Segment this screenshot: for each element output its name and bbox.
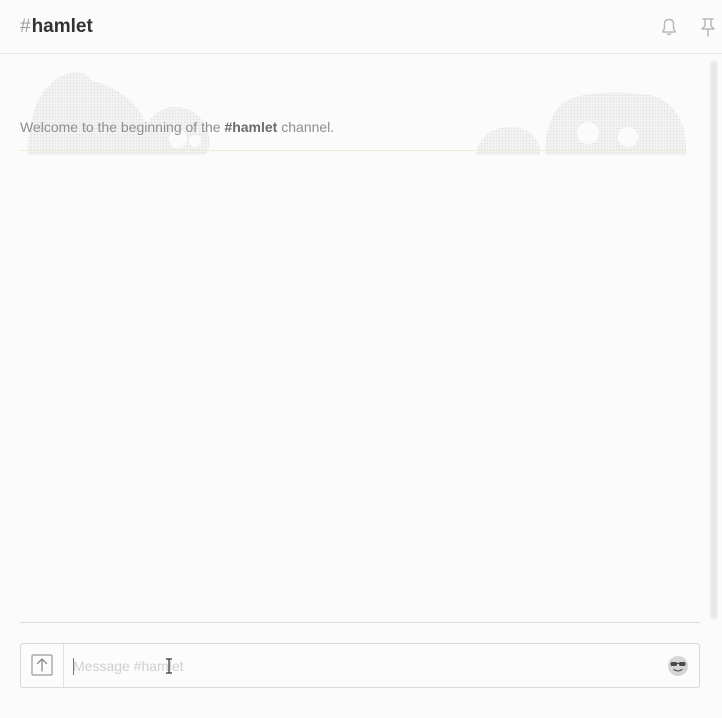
- pin-icon: [701, 18, 715, 37]
- channel-hash-symbol: #: [20, 16, 31, 37]
- scrollbar-thumb[interactable]: [711, 62, 717, 618]
- message-composer: [20, 643, 700, 688]
- welcome-divider: [20, 150, 686, 151]
- welcome-prefix: Welcome to the beginning of the: [20, 119, 225, 135]
- upload-button[interactable]: [21, 644, 64, 687]
- welcome-channel-name: #hamlet: [224, 119, 278, 135]
- upload-icon: [31, 654, 53, 676]
- pinned-messages-button[interactable]: [697, 16, 719, 38]
- welcome-suffix: channel.: [277, 119, 335, 135]
- channel-name: hamlet: [31, 16, 93, 37]
- ibeam-cursor-icon: [166, 658, 172, 674]
- channel-header: #hamlet: [0, 0, 722, 54]
- composer-divider: [20, 622, 700, 623]
- message-scrollbar[interactable]: [710, 60, 718, 620]
- message-list: Welcome to the beginning of the #hamlet …: [0, 55, 708, 622]
- message-input[interactable]: [73, 644, 653, 687]
- text-caret: [73, 658, 74, 675]
- channel-welcome-message: Welcome to the beginning of the #hamlet …: [20, 119, 334, 135]
- emoji-icon: [668, 656, 688, 676]
- decorative-blob-icons: [28, 71, 687, 155]
- notification-settings-button[interactable]: [658, 16, 680, 38]
- app-window: #hamlet Welcome to the beginning of the …: [0, 0, 722, 718]
- channel-title: #hamlet: [20, 15, 93, 39]
- emoji-picker-button[interactable]: [667, 655, 689, 677]
- bell-icon: [662, 18, 676, 36]
